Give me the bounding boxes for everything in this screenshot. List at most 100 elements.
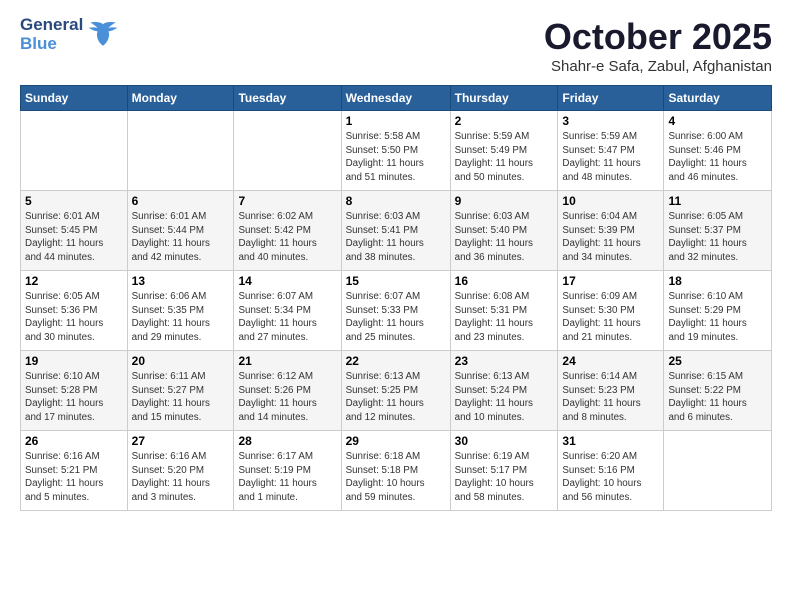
calendar-cell: 2Sunrise: 5:59 AM Sunset: 5:49 PM Daylig… — [450, 111, 558, 191]
day-number: 27 — [132, 434, 230, 448]
day-number: 1 — [346, 114, 446, 128]
calendar-table: SundayMondayTuesdayWednesdayThursdayFrid… — [20, 85, 772, 511]
day-number: 3 — [562, 114, 659, 128]
day-detail: Sunrise: 6:10 AM Sunset: 5:29 PM Dayligh… — [668, 290, 767, 345]
day-number: 17 — [562, 274, 659, 288]
calendar-cell: 9Sunrise: 6:03 AM Sunset: 5:40 PM Daylig… — [450, 191, 558, 271]
day-detail: Sunrise: 6:09 AM Sunset: 5:30 PM Dayligh… — [562, 290, 659, 345]
calendar-week-row: 26 Sunrise: 6:16 AM Sunset: 5:21 PM Dayli… — [21, 431, 772, 511]
day-detail: Sunrise: 6:16 AM Sunset: 5:20 PM Dayligh… — [132, 450, 230, 505]
calendar-cell: 20Sunrise: 6:11 AM Sunset: 5:27 PM Dayli… — [127, 351, 234, 431]
calendar-cell: 19 Sunrise: 6:10 AM Sunset: 5:28 PM Dayli… — [21, 351, 128, 431]
day-detail: Sunrise: 6:03 AM Sunset: 5:40 PM Dayligh… — [455, 210, 554, 265]
calendar-cell: 24Sunrise: 6:14 AM Sunset: 5:23 PM Dayli… — [558, 351, 664, 431]
day-detail: Sunrise: 6:18 AM Sunset: 5:18 PM Dayligh… — [346, 450, 446, 505]
calendar-cell: 15 Sunrise: 6:07 AM Sunset: 5:33 PM Dayli… — [341, 271, 450, 351]
day-number: 19 — [25, 354, 123, 368]
weekday-header: Saturday — [664, 86, 772, 111]
day-detail: Sunrise: 5:59 AM Sunset: 5:47 PM Dayligh… — [562, 130, 659, 185]
day-detail: Sunrise: 6:13 AM Sunset: 5:24 PM Dayligh… — [455, 370, 554, 425]
day-detail: Sunrise: 6:05 AM Sunset: 5:36 PM Dayligh… — [25, 290, 123, 345]
day-number: 7 — [238, 194, 336, 208]
day-number: 4 — [668, 114, 767, 128]
weekday-header: Friday — [558, 86, 664, 111]
day-number: 8 — [346, 194, 446, 208]
day-number: 28 — [238, 434, 336, 448]
weekday-header: Sunday — [21, 86, 128, 111]
day-detail: Sunrise: 6:05 AM Sunset: 5:37 PM Dayligh… — [668, 210, 767, 265]
day-number: 31 — [562, 434, 659, 448]
day-number: 18 — [668, 274, 767, 288]
calendar-header-row: SundayMondayTuesdayWednesdayThursdayFrid… — [21, 86, 772, 111]
month-title: October 2025 — [544, 16, 772, 58]
calendar-cell: 21 Sunrise: 6:12 AM Sunset: 5:26 PM Dayli… — [234, 351, 341, 431]
calendar-cell: 10 Sunrise: 6:04 AM Sunset: 5:39 PM Dayli… — [558, 191, 664, 271]
day-detail: Sunrise: 6:04 AM Sunset: 5:39 PM Dayligh… — [562, 210, 659, 265]
weekday-header: Wednesday — [341, 86, 450, 111]
weekday-header: Thursday — [450, 86, 558, 111]
calendar-cell: 5 Sunrise: 6:01 AM Sunset: 5:45 PM Daylig… — [21, 191, 128, 271]
day-number: 30 — [455, 434, 554, 448]
day-detail: Sunrise: 6:11 AM Sunset: 5:27 PM Dayligh… — [132, 370, 230, 425]
weekday-header: Monday — [127, 86, 234, 111]
calendar-cell: 22Sunrise: 6:13 AM Sunset: 5:25 PM Dayli… — [341, 351, 450, 431]
day-number: 29 — [346, 434, 446, 448]
calendar-cell: 26 Sunrise: 6:16 AM Sunset: 5:21 PM Dayli… — [21, 431, 128, 511]
logo-blue: Blue — [20, 35, 83, 54]
calendar-cell: 11 Sunrise: 6:05 AM Sunset: 5:37 PM Dayli… — [664, 191, 772, 271]
calendar-cell: 7 Sunrise: 6:02 AM Sunset: 5:42 PM Daylig… — [234, 191, 341, 271]
day-number: 15 — [346, 274, 446, 288]
day-detail: Sunrise: 5:58 AM Sunset: 5:50 PM Dayligh… — [346, 130, 446, 185]
day-detail: Sunrise: 6:20 AM Sunset: 5:16 PM Dayligh… — [562, 450, 659, 505]
page-header: General Blue October 2025 Shahr-e Safa, … — [20, 16, 772, 75]
day-number: 26 — [25, 434, 123, 448]
day-number: 21 — [238, 354, 336, 368]
calendar-cell: 3 Sunrise: 5:59 AM Sunset: 5:47 PM Daylig… — [558, 111, 664, 191]
day-number: 13 — [132, 274, 230, 288]
calendar-cell: 17 Sunrise: 6:09 AM Sunset: 5:30 PM Dayli… — [558, 271, 664, 351]
day-number: 24 — [562, 354, 659, 368]
day-detail: Sunrise: 6:15 AM Sunset: 5:22 PM Dayligh… — [668, 370, 767, 425]
calendar-cell: 31 Sunrise: 6:20 AM Sunset: 5:16 PM Dayli… — [558, 431, 664, 511]
day-detail: Sunrise: 6:01 AM Sunset: 5:44 PM Dayligh… — [132, 210, 230, 265]
calendar-week-row: 5 Sunrise: 6:01 AM Sunset: 5:45 PM Daylig… — [21, 191, 772, 271]
day-detail: Sunrise: 6:13 AM Sunset: 5:25 PM Dayligh… — [346, 370, 446, 425]
day-detail: Sunrise: 6:19 AM Sunset: 5:17 PM Dayligh… — [455, 450, 554, 505]
day-detail: Sunrise: 6:02 AM Sunset: 5:42 PM Dayligh… — [238, 210, 336, 265]
calendar-cell: 27 Sunrise: 6:16 AM Sunset: 5:20 PM Dayli… — [127, 431, 234, 511]
day-detail: Sunrise: 6:07 AM Sunset: 5:33 PM Dayligh… — [346, 290, 446, 345]
calendar-cell — [664, 431, 772, 511]
calendar-week-row: 12Sunrise: 6:05 AM Sunset: 5:36 PM Dayli… — [21, 271, 772, 351]
day-number: 2 — [455, 114, 554, 128]
calendar-cell — [234, 111, 341, 191]
calendar-cell: 23Sunrise: 6:13 AM Sunset: 5:24 PM Dayli… — [450, 351, 558, 431]
day-detail: Sunrise: 6:06 AM Sunset: 5:35 PM Dayligh… — [132, 290, 230, 345]
day-number: 14 — [238, 274, 336, 288]
day-number: 11 — [668, 194, 767, 208]
calendar-week-row: 1 Sunrise: 5:58 AM Sunset: 5:50 PM Daylig… — [21, 111, 772, 191]
day-detail: Sunrise: 6:00 AM Sunset: 5:46 PM Dayligh… — [668, 130, 767, 185]
day-detail: Sunrise: 6:12 AM Sunset: 5:26 PM Dayligh… — [238, 370, 336, 425]
calendar-cell: 12Sunrise: 6:05 AM Sunset: 5:36 PM Dayli… — [21, 271, 128, 351]
day-detail: Sunrise: 6:03 AM Sunset: 5:41 PM Dayligh… — [346, 210, 446, 265]
title-block: October 2025 Shahr-e Safa, Zabul, Afghan… — [544, 16, 772, 75]
calendar-cell: 13 Sunrise: 6:06 AM Sunset: 5:35 PM Dayli… — [127, 271, 234, 351]
calendar-cell — [21, 111, 128, 191]
day-number: 10 — [562, 194, 659, 208]
day-detail: Sunrise: 6:17 AM Sunset: 5:19 PM Dayligh… — [238, 450, 336, 505]
calendar-cell: 1 Sunrise: 5:58 AM Sunset: 5:50 PM Daylig… — [341, 111, 450, 191]
calendar-cell: 18 Sunrise: 6:10 AM Sunset: 5:29 PM Dayli… — [664, 271, 772, 351]
day-detail: Sunrise: 6:10 AM Sunset: 5:28 PM Dayligh… — [25, 370, 123, 425]
calendar-cell: 4 Sunrise: 6:00 AM Sunset: 5:46 PM Daylig… — [664, 111, 772, 191]
day-number: 5 — [25, 194, 123, 208]
day-number: 16 — [455, 274, 554, 288]
location: Shahr-e Safa, Zabul, Afghanistan — [544, 58, 772, 75]
day-detail: Sunrise: 6:16 AM Sunset: 5:21 PM Dayligh… — [25, 450, 123, 505]
logo-general: General — [20, 16, 83, 35]
calendar-cell — [127, 111, 234, 191]
day-detail: Sunrise: 6:07 AM Sunset: 5:34 PM Dayligh… — [238, 290, 336, 345]
calendar-cell: 28 Sunrise: 6:17 AM Sunset: 5:19 PM Dayli… — [234, 431, 341, 511]
calendar-cell: 14 Sunrise: 6:07 AM Sunset: 5:34 PM Dayli… — [234, 271, 341, 351]
day-detail: Sunrise: 6:01 AM Sunset: 5:45 PM Dayligh… — [25, 210, 123, 265]
weekday-header: Tuesday — [234, 86, 341, 111]
